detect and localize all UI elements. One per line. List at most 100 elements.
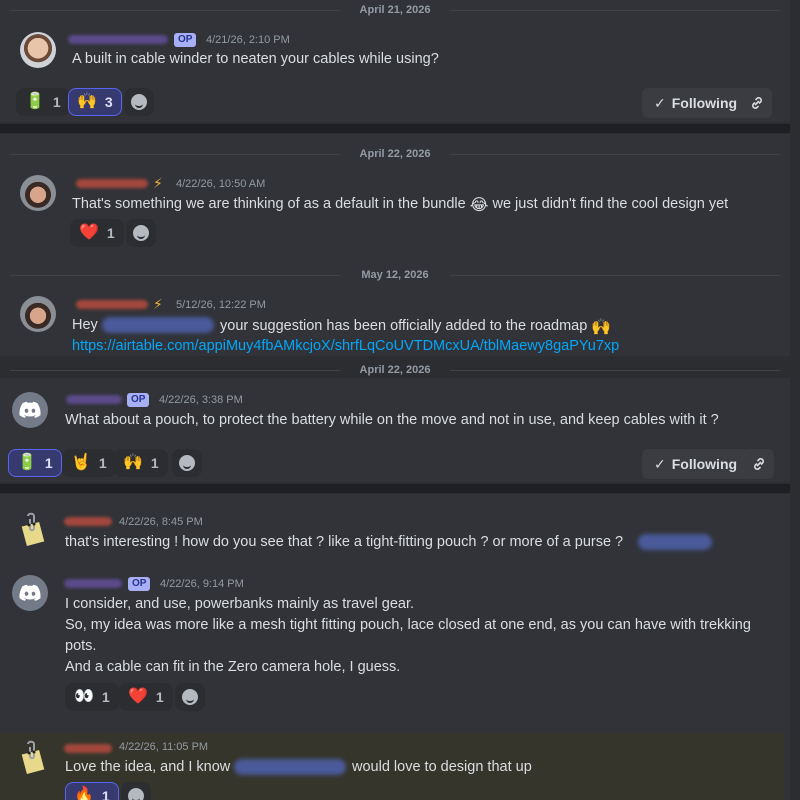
date-divider: April 22, 2026 xyxy=(0,363,790,377)
user-avatar[interactable] xyxy=(15,512,51,548)
clippy-icon xyxy=(21,512,45,546)
redacted-mention[interactable] xyxy=(638,534,712,550)
reaction-raised-hands[interactable]: 🙌 3 xyxy=(68,88,122,116)
reaction-count: 1 xyxy=(150,455,159,471)
roadmap-link[interactable]: https://airtable.com/appiMuy4fbAMkcjoX/s… xyxy=(72,338,619,354)
reaction-raised-hands[interactable]: 🙌 1 xyxy=(114,449,168,477)
raised-hands-icon: 🙌 xyxy=(77,93,97,110)
date-divider: May 12, 2026 xyxy=(0,268,790,282)
discord-icon xyxy=(19,401,41,418)
message-timestamp: 4/22/26, 11:05 PM xyxy=(119,741,209,753)
battery-icon: 🔋 xyxy=(25,93,45,110)
redacted-username[interactable] xyxy=(64,517,112,526)
following-label: Following xyxy=(671,95,738,111)
redacted-username[interactable] xyxy=(76,300,148,309)
reaction-count: 1 xyxy=(52,94,61,110)
message-line: And a cable can fit in the Zero camera h… xyxy=(65,659,401,675)
reaction-count: 1 xyxy=(44,455,53,471)
message-timestamp: 4/22/26, 9:14 PM xyxy=(160,578,244,590)
user-avatar[interactable] xyxy=(20,296,56,332)
raised-hands-icon: 🙌 xyxy=(123,454,143,471)
heart-icon: ❤️ xyxy=(128,688,148,705)
user-avatar[interactable] xyxy=(12,392,48,428)
add-reaction-button[interactable] xyxy=(175,683,205,711)
message-timestamp: 4/21/26, 2:10 PM xyxy=(206,34,290,46)
reaction-count: 1 xyxy=(155,689,164,705)
message-part: That's something we are thinking of as a… xyxy=(72,196,466,212)
reaction-fire[interactable]: 🔥 1 xyxy=(65,782,119,800)
op-badge: OP xyxy=(174,33,197,47)
thread-separator xyxy=(0,484,790,493)
add-reaction-button[interactable] xyxy=(124,88,154,116)
lightning-icon: ⚡ xyxy=(153,296,163,312)
user-avatar[interactable] xyxy=(20,175,56,211)
raised-hands-emoji-icon: 🙌 xyxy=(591,319,612,336)
reaction-eyes[interactable]: 👀 1 xyxy=(65,683,119,711)
fire-icon: 🔥 xyxy=(74,787,94,800)
message-timestamp: 4/22/26, 3:38 PM xyxy=(159,394,243,406)
following-button[interactable]: ✓ Following xyxy=(642,449,750,479)
message-part: Hey xyxy=(72,317,98,333)
redacted-mention[interactable] xyxy=(234,759,346,775)
user-avatar[interactable] xyxy=(12,575,48,611)
reaction-count: 1 xyxy=(106,225,115,241)
message-part: Love the idea, and I know xyxy=(65,759,231,775)
add-reaction-button[interactable] xyxy=(126,219,156,247)
message-text: That's something we are thinking of as a… xyxy=(72,195,728,215)
smiley-icon xyxy=(133,225,149,241)
redacted-username[interactable] xyxy=(64,744,112,753)
user-avatar[interactable] xyxy=(15,740,51,776)
heart-icon: ❤️ xyxy=(79,224,99,241)
copy-link-button[interactable] xyxy=(744,449,774,479)
reaction-battery[interactable]: 🔋 1 xyxy=(8,449,62,477)
op-badge: OP xyxy=(127,393,150,407)
copy-link-button[interactable] xyxy=(742,88,772,118)
add-reaction-button[interactable] xyxy=(121,782,151,800)
smiley-icon xyxy=(131,94,147,110)
message-line: I consider, and use, powerbanks mainly a… xyxy=(65,596,414,612)
message-part: would love to design that up xyxy=(352,759,532,775)
smiley-icon xyxy=(179,455,195,471)
redacted-username[interactable] xyxy=(76,179,148,188)
clippy-icon xyxy=(21,740,45,774)
message-text: that's interesting ! how do you see that… xyxy=(65,534,624,550)
add-reaction-button[interactable] xyxy=(172,449,202,477)
op-badge: OP xyxy=(128,577,151,591)
message-text: A built in cable winder to neaten your c… xyxy=(72,51,439,67)
date-divider: April 21, 2026 xyxy=(0,3,790,17)
message-part: we just didn't find the cool design yet xyxy=(492,196,729,212)
message-line: So, my idea was more like a mesh tight f… xyxy=(65,617,751,633)
message-timestamp: 5/12/26, 12:22 PM xyxy=(176,299,266,311)
message-part: your suggestion has been officially adde… xyxy=(220,318,588,334)
reaction-count: 1 xyxy=(101,788,110,800)
checkmark-icon: ✓ xyxy=(654,94,666,111)
rock-on-icon: 🤘 xyxy=(71,454,91,471)
message-text: What about a pouch, to protect the batte… xyxy=(65,412,719,428)
redacted-username[interactable] xyxy=(66,395,122,404)
message-timestamp: 4/22/26, 8:45 PM xyxy=(119,516,203,528)
eyes-icon: 👀 xyxy=(74,688,94,705)
user-avatar[interactable] xyxy=(20,32,56,68)
following-label: Following xyxy=(671,456,738,472)
reaction-heart[interactable]: ❤️ 1 xyxy=(70,219,124,247)
message-timestamp: 4/22/26, 10:50 AM xyxy=(176,178,266,190)
reaction-battery[interactable]: 🔋 1 xyxy=(16,88,70,116)
redacted-mention[interactable] xyxy=(102,317,214,333)
message-text: your suggestion has been officially adde… xyxy=(220,317,611,337)
reaction-rock-on[interactable]: 🤘 1 xyxy=(62,449,116,477)
battery-icon: 🔋 xyxy=(17,454,37,471)
redacted-username[interactable] xyxy=(64,579,122,588)
smiley-icon xyxy=(128,788,144,800)
checkmark-icon: ✓ xyxy=(654,455,666,472)
date-divider: April 22, 2026 xyxy=(0,147,790,161)
lightning-icon: ⚡ xyxy=(153,175,163,191)
smiley-icon xyxy=(182,689,198,705)
reaction-heart[interactable]: ❤️ 1 xyxy=(119,683,173,711)
joy-emoji-icon: 😂 xyxy=(469,197,489,214)
link-icon xyxy=(754,458,764,470)
redacted-username[interactable] xyxy=(68,35,168,44)
following-button[interactable]: ✓ Following xyxy=(642,88,750,118)
thread-separator xyxy=(0,124,790,133)
reaction-count: 3 xyxy=(104,94,113,110)
link-icon xyxy=(752,97,762,109)
